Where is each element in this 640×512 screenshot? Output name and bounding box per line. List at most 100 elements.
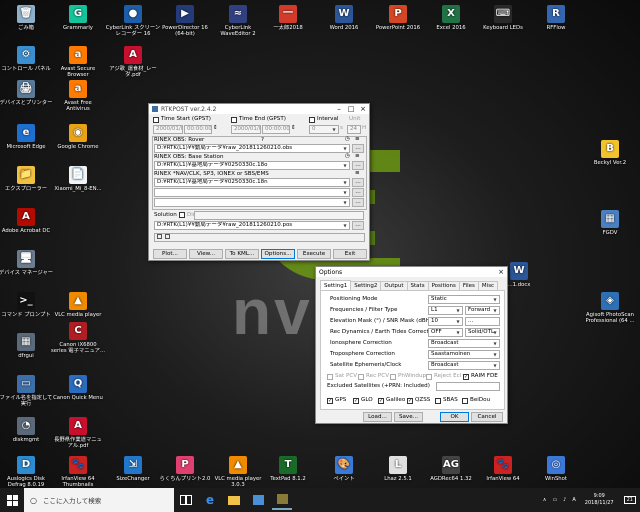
desktop-icon[interactable]: A Adobe Acrobat DC [0,208,58,234]
close-icon[interactable]: × [357,105,369,114]
desktop-icon[interactable]: ◉ Google Chrome [46,124,110,150]
search-box[interactable]: ○ ここに入力して検索 [24,488,174,512]
task-view-icon[interactable] [176,490,196,510]
option-extra[interactable]: ... [465,317,500,326]
gnss-checkbox[interactable]: ✓ [327,398,333,404]
gnss-checkbox[interactable] [435,398,441,404]
store-taskbar-icon[interactable] [248,490,268,510]
start-button[interactable] [0,488,24,512]
rover-file-input[interactable]: D:¥RTK(L1)¥¥動局データ¥raw_201811260210.obs ▼ [154,144,350,153]
app-icon: ◈ [601,292,619,310]
time-start-checkbox[interactable] [153,117,159,123]
end-date-field[interactable]: 2000/01/01 [231,125,261,134]
interval-select[interactable]: 0 ▼ [309,125,339,134]
plot-button[interactable]: Plot... [153,249,187,259]
notification-icon[interactable]: 21 [623,496,636,504]
phwindup-checkbox[interactable] [390,374,396,380]
option-select[interactable]: Static ▼ [428,295,500,304]
solution-browse-button[interactable]: … [352,221,364,230]
time-end-checkbox[interactable] [231,117,237,123]
nav-browse-button[interactable]: … [352,178,364,187]
dir-checkbox[interactable] [179,212,185,218]
options-titlebar[interactable]: Options × [316,267,507,277]
option-select[interactable]: OFF ▼ [428,328,463,337]
option-select[interactable]: Saastamoinen ▼ [428,350,500,359]
option-extra[interactable]: Solid/OTL ▼ [465,328,500,337]
explorer-taskbar-icon[interactable] [224,490,244,510]
nav-file-input[interactable]: D:¥RTK(L1)¥基地局データ¥0250330c.18n ▼ [154,178,350,187]
network-icon[interactable]: ▭ [552,497,557,503]
desktop-icon[interactable]: C Canon iX6800 series 電子マニュア... [46,322,110,355]
desktop-icon[interactable]: B Beckyl Ver.2 [578,140,640,166]
save-button[interactable]: Save... [394,412,423,422]
edit-icon[interactable]: ≡ [355,136,360,143]
nav-file-input-3[interactable]: ▼ [154,198,350,207]
desktop-icon[interactable]: 一一太郎2018 [256,5,320,31]
interval-checkbox[interactable] [309,117,315,123]
chevron-up-icon[interactable]: ∧ [543,497,547,503]
desktop-icon[interactable]: 📄 Xiaomi_Mi_8-EN... [46,166,110,192]
clock[interactable]: 9:09 2018/11/27 [585,493,614,507]
option-select[interactable]: 10 ▼ [428,317,463,326]
desktop-icon[interactable]: R RFFlow [524,5,588,31]
end-time-field[interactable]: 00:00:00 [262,125,290,134]
rover-browse-button[interactable]: … [352,144,364,153]
exit-button[interactable]: Exit [333,249,367,259]
edit-icon[interactable]: ≡ [355,153,360,160]
view-button[interactable]: View... [189,249,223,259]
maximize-icon[interactable]: □ [345,105,357,114]
desktop-icon[interactable]: a Avast Free Antivirus [46,80,110,113]
gnss-checkbox[interactable]: ✓ [378,398,384,404]
nav2-browse-button[interactable]: … [352,188,364,197]
unit-field[interactable]: 24 [347,125,361,134]
load-button[interactable]: Load... [363,412,392,422]
desktop-icon[interactable]: A 長野県作業道マニュ アル.pdf [46,417,110,450]
nav3-browse-button[interactable]: … [352,198,364,207]
solution-file-input[interactable]: D:¥RTK(L1)¥¥動局データ¥raw_201811260210.pos ▼ [154,221,350,230]
rtk-taskbar-icon[interactable] [272,490,292,510]
base-file-input[interactable]: D:¥RTK(L1)¥基地局データ¥0250330c.18o ▼ [154,161,350,170]
edge-taskbar-icon[interactable]: e [200,490,220,510]
start-spinner[interactable]: ⇕ [213,125,218,132]
volume-icon[interactable]: ♪ [563,497,566,503]
clock-icon[interactable]: ◷ [345,136,350,143]
nav-file-input-2[interactable]: ▼ [154,188,350,197]
to-kml-button[interactable]: To KML... [225,249,259,259]
desktop-icon[interactable]: ▦ FGDV [578,210,640,236]
close-icon[interactable]: × [495,268,507,277]
gnss-checkbox[interactable]: ✓ [353,398,359,404]
ime-icon[interactable]: A [572,497,575,503]
end-spinner[interactable]: ⇕ [291,125,296,132]
base-browse-button[interactable]: … [352,161,364,170]
sat-pcv-checkbox[interactable] [327,374,333,380]
edit-icon[interactable]: ≡ [355,170,360,177]
cancel-button[interactable]: Cancel [471,412,503,422]
desktop-icon[interactable]: 🖥 デバイス マネージャー [0,250,58,276]
ok-button[interactable]: OK [440,412,469,422]
rtkpost-titlebar[interactable]: RTKPOST ver.2.4.2 – □ × [149,104,369,114]
desktop-icon[interactable]: ▲ VLC media player [46,292,110,318]
excluded-sat-input[interactable] [436,382,500,391]
desktop-icon[interactable]: ◎ WinShot [524,456,588,482]
minimize-icon[interactable]: – [333,105,345,114]
dir-field[interactable] [194,211,364,220]
gnss-checkbox[interactable] [462,398,468,404]
option-select[interactable]: L1 ▼ [428,306,463,315]
desktop-icon[interactable]: ◈ Agisoft PhotoScan Professional (64 ... [578,292,640,325]
option-extra-value: ... [468,318,474,324]
start-date-field[interactable]: 2000/01/01 [153,125,183,134]
option-extra[interactable]: Forward ▼ [465,306,500,315]
reject-ecl-checkbox[interactable] [426,374,432,380]
clock-icon[interactable]: ◷ [345,153,350,160]
desktop-icon[interactable]: T TextPad 8.1.2 [256,456,320,482]
option-select[interactable]: Broadcast ▼ [428,339,500,348]
execute-button[interactable]: Execute [297,249,331,259]
desktop-icon[interactable]: A アジ歌_運食材_レー ダ.pdf [101,46,165,79]
rec-pcv-checkbox[interactable] [358,374,364,380]
desktop-icon[interactable]: Q Canon Quick Menu [46,375,110,401]
option-select[interactable]: Broadcast ▼ [428,361,500,370]
start-time-field[interactable]: 00:00:00 [184,125,212,134]
gnss-checkbox[interactable]: ✓ [407,398,413,404]
raim-fde-checkbox[interactable]: ✓ [463,374,469,380]
options-button[interactable]: Options... [261,249,295,259]
